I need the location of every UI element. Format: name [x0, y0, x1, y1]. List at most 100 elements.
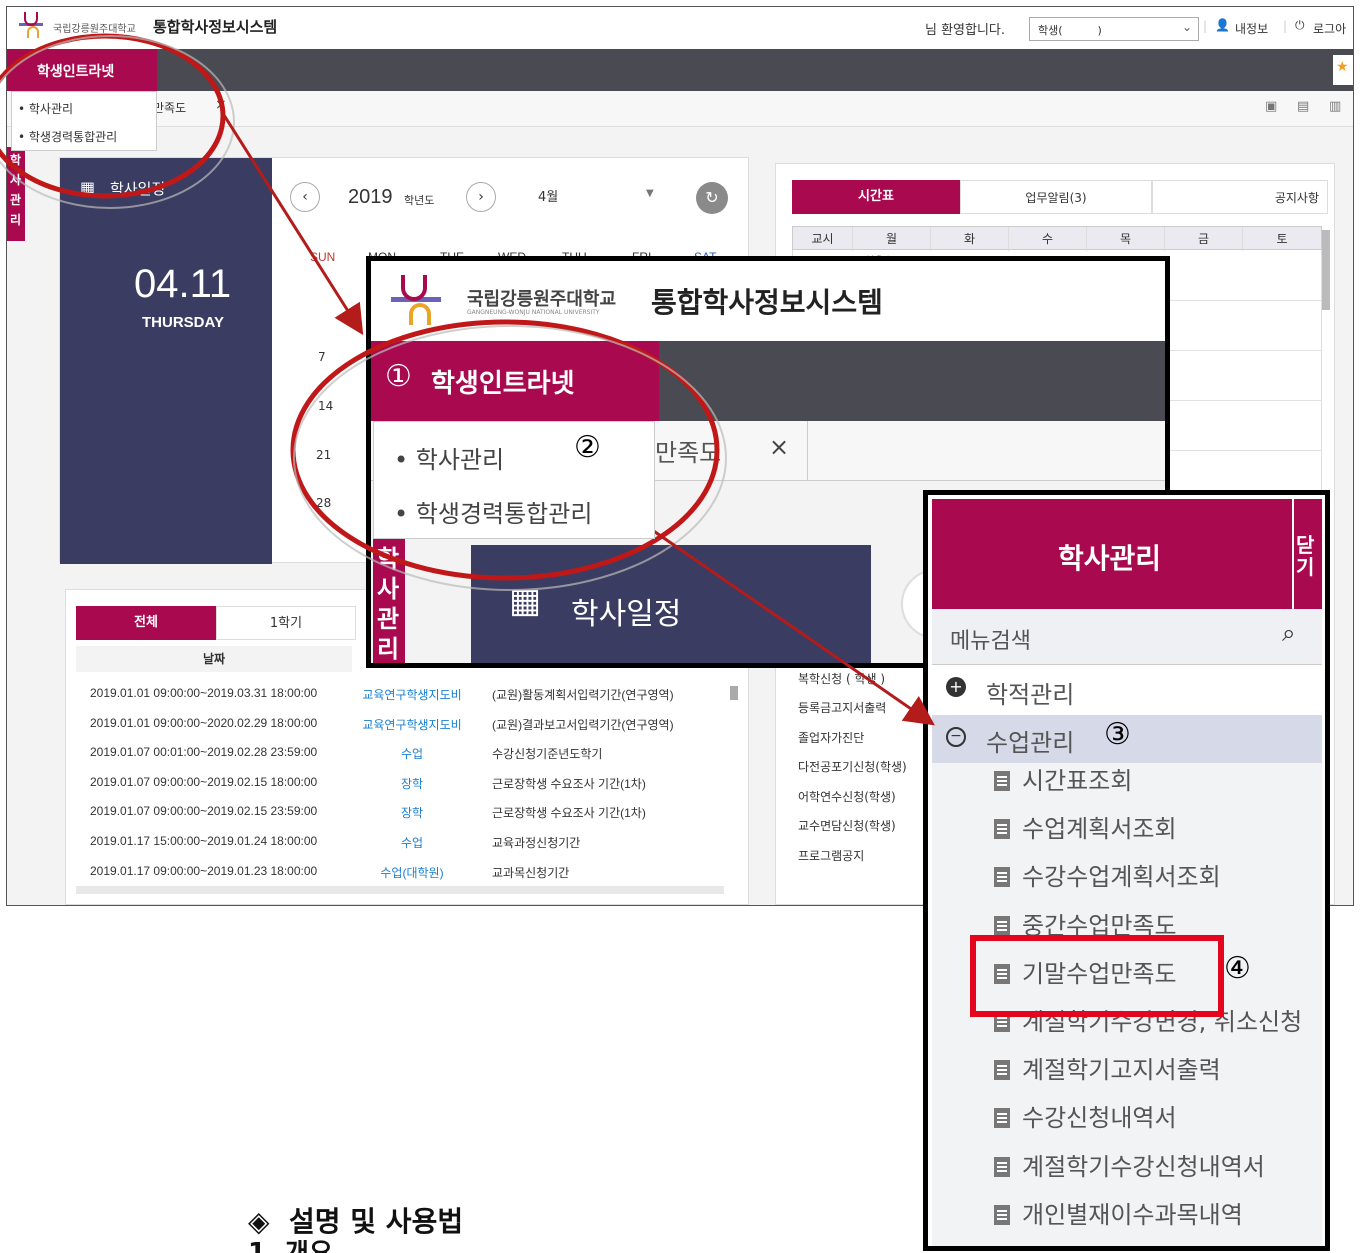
- tab-notices[interactable]: 공지사항: [1152, 180, 1328, 214]
- vertical-scrollbar[interactable]: [730, 686, 738, 700]
- zoom-dropdown-item-career[interactable]: • 학생경력통합관리: [394, 494, 592, 529]
- dropdown-item-career[interactable]: • 학생경력통합관리: [18, 128, 117, 145]
- tile-icon[interactable]: ▤: [1297, 99, 1309, 114]
- window-icon[interactable]: ▣: [1265, 99, 1277, 114]
- cascade-icon[interactable]: ▥: [1329, 99, 1341, 114]
- row-category: 수업: [400, 747, 424, 762]
- menu-item[interactable]: 수업계획서조회: [994, 811, 1177, 851]
- row-date: 2019.01.01 09:00:00~2019.03.31 18:00:00: [90, 686, 318, 700]
- table-row[interactable]: 2019.01.01 09:00:00~2019.03.31 18:00:00 교…: [76, 678, 776, 707]
- zoom-side-tab[interactable]: 학 사 관 리: [373, 539, 405, 663]
- quick-link[interactable]: 교수면담신청(학생): [798, 817, 896, 834]
- next-year-button[interactable]: ›: [466, 182, 496, 212]
- row-category: 장학: [400, 806, 424, 821]
- zoom-nav-bar: ① 학생인트라넷: [371, 341, 1165, 421]
- table-row[interactable]: 2019.01.07 00:01:00~2019.02.28 23:59:00 수…: [76, 737, 776, 766]
- search-icon[interactable]: ⌕: [1282, 619, 1295, 647]
- table-row[interactable]: 2019.01.17 09:00:00~2019.01.23 18:00:00 수…: [76, 856, 776, 885]
- quick-link[interactable]: 어학연수신청(학생): [798, 788, 896, 805]
- tab-work-alerts[interactable]: 업무알림(3): [960, 180, 1152, 214]
- university-name: 국립강릉원주대학교: [53, 24, 136, 35]
- horizontal-scrollbar[interactable]: [76, 886, 724, 894]
- menu-search-input[interactable]: 메뉴검색 ⌕: [932, 609, 1322, 665]
- side-tab-academic[interactable]: 학 사 관 리: [7, 147, 25, 241]
- logout-link[interactable]: 로그아: [1313, 20, 1346, 37]
- zoom-dropdown-item-academic[interactable]: • 학사관리: [394, 440, 504, 475]
- menu-group-classes[interactable]: − 수업관리 ③: [932, 715, 1322, 763]
- tab-bar: 만족도 × ▣ ▤ ▥: [7, 91, 1353, 127]
- nav-menu-student-intranet[interactable]: 학생인트라넷: [7, 49, 157, 91]
- table-row[interactable]: 2019.01.07 09:00:00~2019.02.15 23:59:00 장…: [76, 796, 776, 825]
- calendar-day[interactable]: 14: [318, 399, 333, 413]
- role-select[interactable]: 학생( ) ⌄: [1029, 17, 1199, 41]
- schedule-col-date: 날짜: [76, 646, 352, 672]
- row-title: 근로장학생 수요조사 기간(1차): [492, 806, 646, 821]
- schedule-tab-all[interactable]: 전체: [76, 606, 216, 640]
- zoom-dropdown: • 학사관리 ② • 학생경력통합관리: [373, 421, 655, 539]
- month-select[interactable]: 4월: [538, 186, 558, 205]
- prev-year-button[interactable]: ‹: [290, 182, 320, 212]
- quick-link[interactable]: 졸업자가진단: [798, 729, 864, 746]
- university-logo-icon: [19, 12, 47, 40]
- close-icon[interactable]: ×: [769, 433, 789, 461]
- tab-timetable[interactable]: 시간표: [792, 180, 960, 214]
- side-menu-close-button[interactable]: 닫 기: [1294, 499, 1322, 609]
- main-nav-bar: 학생인트라넷 ★: [7, 49, 1353, 91]
- university-logo-icon: [391, 275, 441, 329]
- step-marker-3: ③: [1104, 717, 1131, 752]
- timetable-scrollbar[interactable]: [1322, 230, 1330, 310]
- row-title: 교육과정신청기간: [492, 836, 581, 850]
- step-marker-4: ④: [1224, 951, 1251, 986]
- table-row[interactable]: 2019.01.17 15:00:00~2019.01.24 18:00:00 수…: [76, 826, 776, 855]
- timetable-header: 교시 월 화 수 목 금 토: [792, 226, 1322, 251]
- menu-item[interactable]: 수강수업계획서조회: [994, 859, 1221, 899]
- zoom-tab-satisfaction[interactable]: 만족도: [655, 433, 721, 468]
- menu-item[interactable]: 시간표조회: [994, 763, 1132, 803]
- row-date: 2019.01.07 09:00:00~2019.02.15 23:59:00: [90, 804, 318, 819]
- menu-group-records[interactable]: + 학적관리: [932, 665, 1322, 715]
- table-row[interactable]: 2019.01.07 09:00:00~2019.02.15 18:00:00 장…: [76, 767, 776, 796]
- nav-dropdown: • 학사관리 • 학생경력통합관리: [11, 91, 157, 151]
- schedule-tab-sem1[interactable]: 1학기: [216, 606, 356, 640]
- welcome-text: 님 환영합니다.: [925, 23, 1006, 38]
- document-icon: [994, 771, 1010, 791]
- row-date: 2019.01.01 09:00:00~2020.02.29 18:00:00: [90, 715, 318, 730]
- table-row[interactable]: 2019.01.01 09:00:00~2020.02.29 18:00:00 교…: [76, 708, 776, 737]
- plus-icon: +: [946, 677, 966, 697]
- row-title: (교원)결과보고서입력기간(연구영역): [492, 717, 674, 732]
- row-category: 수업(대학원): [380, 865, 444, 880]
- calendar-day[interactable]: 7: [318, 350, 326, 364]
- zoom-university-en: GANGNEUNG-WONJU NATIONAL UNIVERSITY: [467, 309, 600, 316]
- row-category: 교육연구학생지도비: [362, 717, 462, 732]
- quick-link[interactable]: 등록금고지서출력: [798, 699, 886, 716]
- highlight-box: [970, 935, 1224, 1017]
- day-header-sun: SUN: [310, 250, 336, 264]
- side-menu-title-bar: 학사관리: [932, 499, 1292, 609]
- menu-item[interactable]: 수강신청내역서: [994, 1100, 1177, 1140]
- zoom-panel-sidemenu: 학사관리 닫 기 메뉴검색 ⌕ + 학적관리 − 수업관리 ③ 시간표조회수업계…: [923, 490, 1330, 1251]
- row-category: 장학: [400, 776, 424, 791]
- quick-link[interactable]: 프로그램공지: [798, 847, 864, 864]
- document-icon: [994, 1156, 1010, 1177]
- chevron-down-icon: ▼: [646, 188, 654, 199]
- quick-link[interactable]: 복학신청 ( 학생 ): [798, 670, 885, 687]
- quick-link[interactable]: 다전공포기신청(학생): [798, 758, 907, 775]
- close-icon[interactable]: ×: [215, 97, 227, 113]
- my-info-link[interactable]: 내정보: [1235, 20, 1268, 37]
- row-date: 2019.01.17 15:00:00~2019.01.24 18:00:00: [90, 834, 318, 848]
- power-icon: ⏻: [1295, 18, 1305, 32]
- dropdown-item-academic[interactable]: • 학사관리: [18, 100, 73, 117]
- zoom-calendar-panel: ▦ 학사일정: [471, 545, 871, 663]
- tab-satisfaction[interactable]: 만족도: [153, 99, 186, 116]
- menu-item[interactable]: 계절학기고지서출력: [994, 1052, 1221, 1092]
- zoom-nav-menu-student-intranet[interactable]: ① 학생인트라넷: [371, 341, 659, 421]
- refresh-icon[interactable]: ↻: [696, 182, 728, 214]
- menu-item[interactable]: 개인별재이수과목내역: [994, 1197, 1243, 1237]
- favorite-star-icon[interactable]: ★: [1333, 55, 1353, 85]
- system-name: 통합학사정보시스템: [153, 18, 278, 36]
- calendar-day[interactable]: 21: [316, 448, 331, 462]
- step-marker-2: ②: [574, 430, 601, 465]
- menu-item[interactable]: 계절학기수강신청내역서: [994, 1149, 1265, 1189]
- calendar-icon: ▦: [80, 178, 96, 197]
- calendar-day[interactable]: 28: [316, 496, 331, 510]
